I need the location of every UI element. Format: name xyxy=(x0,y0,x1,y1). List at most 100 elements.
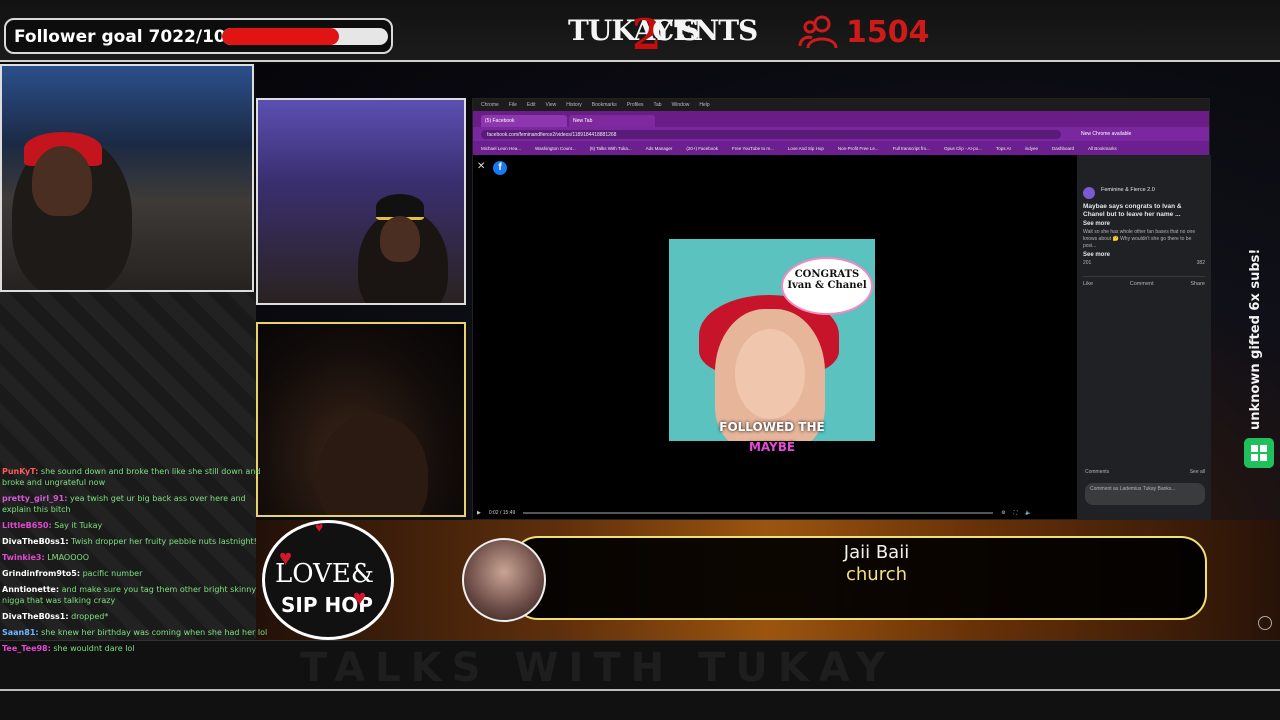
grid-icon xyxy=(1251,445,1267,461)
chat-username[interactable]: LittleB650: xyxy=(2,521,52,530)
follower-goal-progress-track xyxy=(222,28,388,45)
chat-username[interactable]: Anntionette: xyxy=(2,585,59,594)
watermark-icon xyxy=(1258,616,1272,630)
chat-text: she wouldnt dare lol xyxy=(53,644,135,653)
fullscreen-icon[interactable]: ⛶ xyxy=(1014,510,1018,516)
bookmark-item[interactable]: Michael Leon Hea... xyxy=(481,146,521,151)
chat-username[interactable]: Twinkie3: xyxy=(2,553,45,562)
browser-menu-item[interactable]: Tab xyxy=(654,102,662,108)
chat-text: Say it Tukay xyxy=(54,521,103,530)
top-bar: Follower goal 7022/10000 TUKAY'S 2 CENTS… xyxy=(0,0,1280,62)
video-caption-line1: FOLLOWED THE xyxy=(719,420,825,434)
browser-menu-item[interactable]: File xyxy=(509,102,517,108)
viewer-count: 1504 xyxy=(798,12,930,52)
chat-message: DivaTheB0ss1: Twish dropper her fruity p… xyxy=(2,536,272,547)
chat-highlight-box: Jaii Baii church xyxy=(512,536,1207,620)
fb-comment-input[interactable]: Comment as Lademius Tukay Banks... xyxy=(1085,483,1205,505)
browser-menu-item[interactable]: Profiles xyxy=(627,102,644,108)
chrome-update-notice[interactable]: New Chrome available xyxy=(1081,131,1131,137)
chat-message: PunKyT: she sound down and broke then li… xyxy=(2,466,272,488)
bookmark-item[interactable]: indyee xyxy=(1025,146,1038,151)
fb-comment-count[interactable]: 382 xyxy=(1197,260,1205,266)
video-bubble-line1: CONGRATS xyxy=(794,269,860,280)
chat-text: she sound down and broke then like she s… xyxy=(2,467,261,487)
bookmark-item[interactable]: Opus Clip - AI-po... xyxy=(944,146,982,151)
bookmark-item[interactable]: Dashboard xyxy=(1052,146,1074,151)
tukays-2-cents-logo: TUKAY'S 2 CENTS xyxy=(568,10,758,59)
browser-menu-item[interactable]: Help xyxy=(699,102,709,108)
chat-feed: PunKyT: she sound down and broke then li… xyxy=(2,466,272,659)
logo-text-right: CENTS xyxy=(652,14,758,47)
chat-message: DivaTheB0ss1: dropped* xyxy=(2,611,272,622)
bookmark-item[interactable]: (5) Talks With Tuka... xyxy=(590,146,632,151)
heart-icon: ♥ xyxy=(279,545,293,570)
bottom-divider xyxy=(0,689,1280,691)
fb-post-title: Maybae says congrats to Ivan & Chanel bu… xyxy=(1083,203,1182,218)
bookmark-item[interactable]: (20+) Facebook xyxy=(686,146,718,151)
close-icon[interactable]: ✕ xyxy=(477,161,485,172)
chat-username[interactable]: Grindinfrom9to5: xyxy=(2,569,80,578)
chat-text: LMAOOOO xyxy=(47,553,90,562)
heart-icon: ♥ xyxy=(353,585,367,610)
fb-see-more-link[interactable]: See more xyxy=(1083,221,1205,227)
facebook-icon[interactable]: f xyxy=(493,161,507,175)
browser-url-field[interactable]: facebook.com/feminandfierce2/videos/1189… xyxy=(481,129,1061,139)
bookmark-item[interactable]: Love And Sip Hop xyxy=(788,146,824,151)
fb-share-button[interactable]: Share xyxy=(1190,281,1205,287)
bookmark-item[interactable]: Ads Manager xyxy=(646,146,673,151)
chat-username[interactable]: pretty_girl_91: xyxy=(2,494,67,503)
browser-screen-share: Chrome File Edit View History Bookmarks Profil… xyxy=(472,98,1211,520)
facebook-video[interactable]: CONGRATS Ivan & Chanel xyxy=(669,239,875,441)
browser-menu-item[interactable]: Window xyxy=(672,102,690,108)
host-webcam xyxy=(0,64,254,292)
highlight-username: Jaii Baii xyxy=(843,542,910,563)
chat-message: Twinkie3: LMAOOOO xyxy=(2,552,272,563)
video-bubble-line2: Ivan & Chanel xyxy=(787,280,867,291)
video-progress-track[interactable] xyxy=(523,512,994,514)
bookmark-item[interactable]: Washington Count... xyxy=(535,146,576,151)
chat-username[interactable]: DivaTheB0ss1: xyxy=(2,537,69,546)
chat-username[interactable]: DivaTheB0ss1: xyxy=(2,612,69,621)
video-woman-face xyxy=(735,329,805,419)
follower-goal-widget: Follower goal 7022/10000 xyxy=(4,18,393,54)
browser-tab-new[interactable]: New Tab xyxy=(569,115,655,127)
chat-username[interactable]: PunKyT: xyxy=(2,467,38,476)
chat-username[interactable]: Saan81: xyxy=(2,628,39,637)
facebook-post-sidebar: Feminine & Fierce 2.0 Maybae says congra… xyxy=(1077,155,1211,519)
heart-icon: ♥ xyxy=(315,520,324,535)
fb-comments-label: Comments xyxy=(1085,469,1110,475)
fb-see-all-link[interactable]: See all xyxy=(1190,469,1205,475)
chat-message: Tee_Tee98: she wouldnt dare lol xyxy=(2,643,272,654)
bookmark-item[interactable]: Tops AI xyxy=(996,146,1011,151)
guest2-figure xyxy=(318,414,428,515)
viewers-icon xyxy=(798,15,838,49)
fb-see-more-link-2[interactable]: See more xyxy=(1083,252,1205,258)
fb-post-body: Wait so she has whole other fan bases th… xyxy=(1083,229,1196,249)
browser-menu-item[interactable]: Bookmarks xyxy=(592,102,617,108)
play-icon[interactable]: ▶ xyxy=(477,510,481,516)
app-icon xyxy=(1244,438,1274,468)
highlight-avatar xyxy=(462,538,546,622)
bookmark-item[interactable]: Free YouTube to m... xyxy=(732,146,774,151)
bookmark-item[interactable]: Full transcript fro... xyxy=(893,146,930,151)
chat-message: Anntionette: and make sure you tag them … xyxy=(2,584,272,606)
gift-subs-alert: unknown gifted 6x subs! xyxy=(1248,248,1263,430)
fb-page-name[interactable]: Feminine & Fierce 2.0 xyxy=(1101,187,1205,193)
fb-comment-button[interactable]: Comment xyxy=(1130,281,1154,287)
volume-icon[interactable]: 🔈 xyxy=(1025,510,1031,516)
chat-text: she knew her birthday was coming when sh… xyxy=(41,628,268,637)
browser-tab-facebook[interactable]: (5) Facebook xyxy=(481,115,567,127)
browser-menu-item[interactable]: View xyxy=(545,102,556,108)
chat-message: Grindinfrom9to5: pacific number xyxy=(2,568,272,579)
browser-menu-item[interactable]: Chrome xyxy=(481,102,499,108)
settings-icon[interactable]: ⚙ xyxy=(1001,510,1005,516)
fb-like-button[interactable]: Like xyxy=(1083,281,1093,287)
chat-username[interactable]: Tee_Tee98: xyxy=(2,644,51,653)
bookmark-item[interactable]: Non-Profit Free Le... xyxy=(838,146,879,151)
fb-reaction-count[interactable]: 201 xyxy=(1083,260,1091,266)
browser-menu-item[interactable]: Edit xyxy=(527,102,536,108)
browser-address-row: facebook.com/feminandfierce2/videos/1189… xyxy=(473,127,1209,141)
guest-webcam-1 xyxy=(256,98,466,305)
browser-menu-item[interactable]: History xyxy=(566,102,582,108)
bookmark-item[interactable]: All Bookmarks xyxy=(1088,146,1117,151)
